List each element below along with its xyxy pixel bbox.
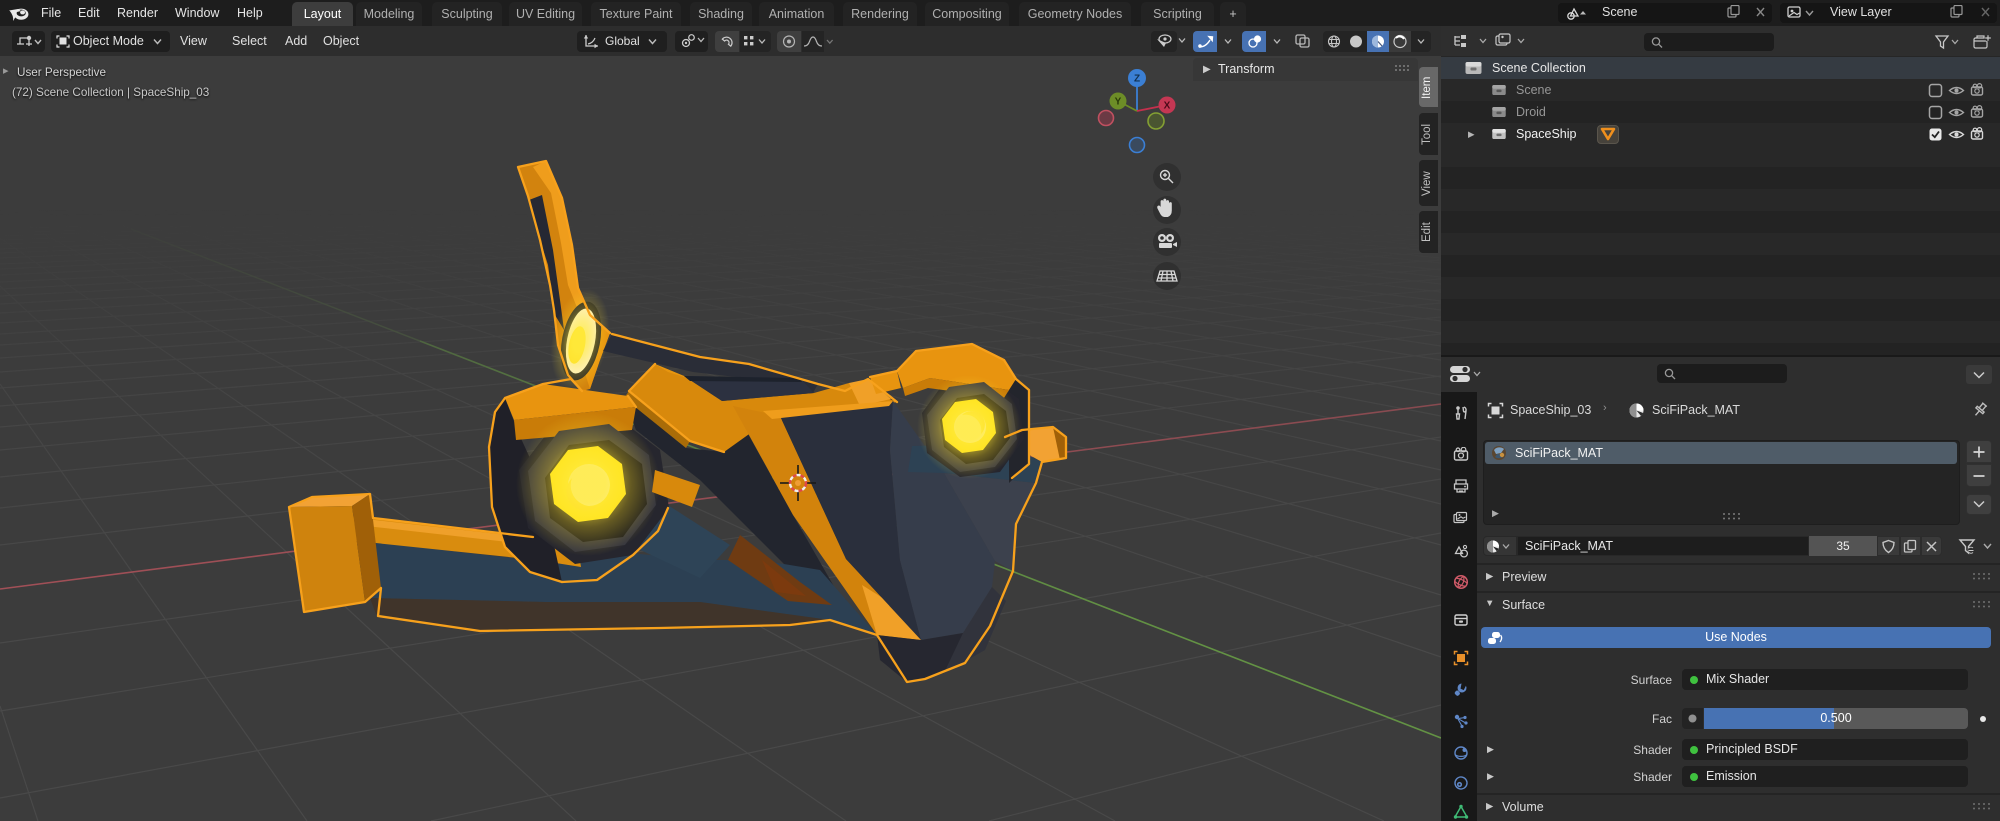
svg-text:Z: Z [1134, 74, 1140, 85]
svg-text:X: X [1164, 101, 1171, 112]
svg-text:Y: Y [1115, 97, 1122, 108]
